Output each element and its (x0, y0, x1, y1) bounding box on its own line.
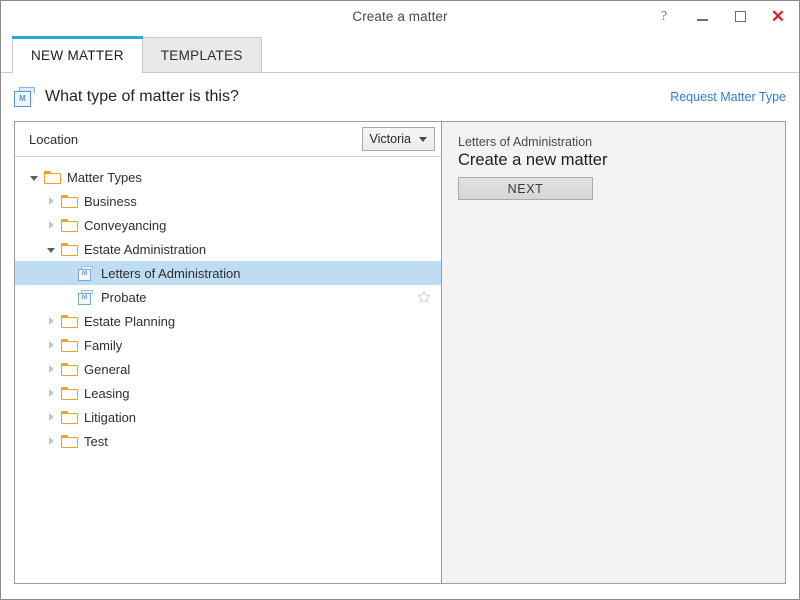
tree-item[interactable]: Litigation (15, 405, 441, 429)
folder-icon (61, 194, 78, 208)
folder-icon (61, 410, 78, 424)
tree-item-label: Family (84, 337, 123, 353)
expander-expand-icon[interactable] (44, 413, 58, 421)
dialog-body: M What type of matter is this? Request M… (1, 73, 799, 599)
tab-strip: NEW MATTER TEMPLATES (1, 32, 799, 73)
expander-expand-icon[interactable] (44, 437, 58, 445)
details-subtitle: Letters of Administration (458, 135, 593, 149)
tree-item-label: Leasing (84, 385, 130, 401)
tree-item-label: Matter Types (67, 169, 142, 185)
tree-item-label: Probate (101, 289, 147, 305)
matter-type-tree[interactable]: Matter Types Business Conveyancing Estate A… (15, 157, 441, 583)
close-button[interactable]: ✕ (759, 3, 797, 31)
tab-new-matter[interactable]: NEW MATTER (12, 36, 143, 73)
folder-icon (61, 242, 78, 256)
tree-item-label: Estate Administration (84, 241, 207, 257)
expander-expand-icon[interactable] (44, 197, 58, 205)
page-title: What type of matter is this? (45, 88, 239, 105)
title-bar: Create a matter ? ✕ (1, 1, 799, 32)
next-button[interactable]: NEXT (458, 177, 593, 200)
folder-icon (61, 338, 78, 352)
chevron-down-icon (419, 136, 427, 142)
tree-item[interactable]: Matter Types (15, 165, 441, 189)
expander-collapse-icon[interactable] (27, 174, 41, 181)
tree-item[interactable]: Test (15, 429, 441, 453)
expander-expand-icon[interactable] (44, 317, 58, 325)
location-label: Location (29, 131, 79, 147)
tree-item[interactable]: M Probate (15, 285, 441, 309)
matter-type-icon: M (78, 289, 94, 305)
help-button[interactable]: ? (645, 3, 683, 31)
tree-item[interactable]: Leasing (15, 381, 441, 405)
tree-item-label: Business (84, 193, 137, 209)
matter-type-icon-front: M (14, 90, 31, 107)
expander-expand-icon[interactable] (44, 389, 58, 397)
location-dropdown[interactable]: Victoria (361, 127, 435, 151)
matter-type-icon: M (14, 86, 36, 108)
content-panes: Location Victoria Matter Types Business Co… (14, 121, 786, 584)
tree-item-label: Test (84, 433, 108, 449)
favorite-star-icon[interactable] (417, 266, 431, 280)
expander-expand-icon[interactable] (44, 341, 58, 349)
help-icon: ? (660, 8, 668, 24)
location-value: Victoria (369, 132, 411, 146)
location-bar: Location Victoria (15, 122, 441, 157)
maximize-icon (734, 11, 746, 22)
tree-item[interactable]: Estate Planning (15, 309, 441, 333)
folder-icon (61, 386, 78, 400)
tree-item[interactable]: Conveyancing (15, 213, 441, 237)
folder-icon (61, 362, 78, 376)
tree-item[interactable]: Business (15, 189, 441, 213)
minimize-button[interactable] (683, 3, 721, 31)
matter-type-browser: Location Victoria Matter Types Business Co… (15, 122, 442, 583)
folder-icon (61, 218, 78, 232)
window-controls: ? ✕ (645, 1, 797, 32)
matter-type-icon: M (78, 265, 94, 281)
tree-item-label: Letters of Administration (101, 265, 241, 281)
page-header: M What type of matter is this? Request M… (14, 73, 786, 115)
expander-collapse-icon[interactable] (44, 246, 58, 253)
folder-icon (44, 170, 61, 184)
tree-item-label: Conveyancing (84, 217, 167, 233)
tab-templates[interactable]: TEMPLATES (141, 37, 262, 72)
expander-expand-icon[interactable] (44, 365, 58, 373)
tree-item[interactable]: General (15, 357, 441, 381)
tree-item[interactable]: Family (15, 333, 441, 357)
expander-expand-icon[interactable] (44, 221, 58, 229)
close-icon: ✕ (770, 7, 786, 26)
details-title: Create a new matter (458, 151, 608, 169)
tree-item-label: Litigation (84, 409, 137, 425)
matter-details-panel: Letters of Administration Create a new m… (442, 122, 785, 583)
tree-item[interactable]: M Letters of Administration (15, 261, 441, 285)
maximize-button[interactable] (721, 3, 759, 31)
favorite-star-icon[interactable] (417, 290, 431, 304)
minimize-icon (696, 19, 708, 21)
folder-icon (61, 314, 78, 328)
tree-item-label: Estate Planning (84, 313, 176, 329)
folder-icon (61, 434, 78, 448)
tree-item[interactable]: Estate Administration (15, 237, 441, 261)
create-matter-window: Create a matter ? ✕ NEW MATTER TEMPLATES … (0, 0, 800, 600)
tree-item-label: General (84, 361, 131, 377)
request-matter-type-link[interactable]: Request Matter Type (670, 90, 786, 104)
